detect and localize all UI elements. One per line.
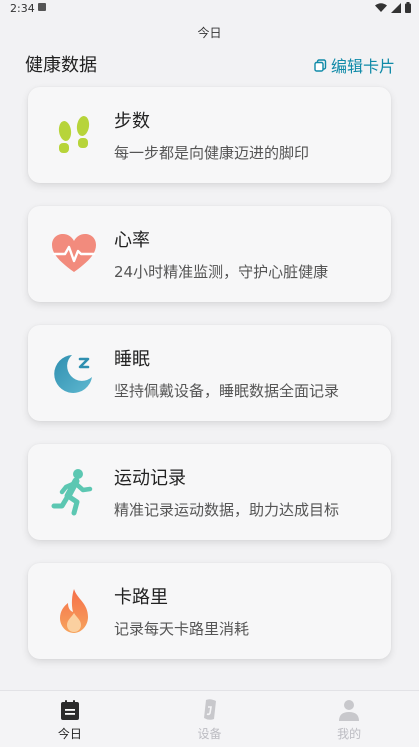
- bottom-nav: 今日 设备 我的: [0, 690, 419, 747]
- card-title: 卡路里: [114, 587, 168, 608]
- nav-label: 今日: [57, 727, 82, 741]
- card-title: 心率: [114, 230, 150, 251]
- notification-icon: [38, 3, 46, 11]
- card-description: 记录每天卡路里消耗: [114, 620, 250, 638]
- moon-sleep-icon: [54, 355, 92, 393]
- heart-rate-icon: [52, 234, 96, 272]
- nav-item-mine[interactable]: 我的: [279, 691, 419, 747]
- card-title: 步数: [114, 111, 150, 132]
- card-description: 精准记录运动数据，助力达成目标: [114, 501, 340, 519]
- nav-label: 设备: [197, 727, 222, 741]
- nav-item-today[interactable]: 今日: [0, 691, 140, 747]
- page-title: 今日: [197, 26, 222, 40]
- card-description: 24小时精准监测，守护心脏健康: [114, 263, 329, 281]
- heart-rate-card[interactable]: 心率 24小时精准监测，守护心脏健康: [28, 206, 391, 302]
- wifi-icon: [375, 2, 387, 12]
- card-title: 睡眠: [114, 349, 150, 370]
- card-title: 运动记录: [114, 468, 186, 489]
- running-icon: [51, 469, 93, 516]
- person-icon: [339, 700, 360, 721]
- status-icons: [375, 2, 411, 13]
- battery-icon: [405, 2, 411, 13]
- status-bar: 2:34: [0, 0, 419, 18]
- card-description: 坚持佩戴设备，睡眠数据全面记录: [114, 382, 340, 400]
- nav-item-device[interactable]: 设备: [140, 691, 280, 747]
- flame-icon: [60, 589, 88, 633]
- status-time: 2:34: [10, 2, 35, 15]
- steps-card[interactable]: 步数 每一步都是向健康迈进的脚印: [28, 87, 391, 183]
- section-title: 健康数据: [25, 55, 97, 76]
- copy-icon: [314, 58, 327, 72]
- sleep-card[interactable]: 睡眠 坚持佩戴设备，睡眠数据全面记录: [28, 325, 391, 421]
- watch-icon: [203, 699, 216, 720]
- nav-label: 我的: [337, 727, 362, 741]
- exercise-card[interactable]: 运动记录 精准记录运动数据，助力达成目标: [28, 444, 391, 540]
- signal-icon: [391, 2, 401, 13]
- calories-card[interactable]: 卡路里 记录每天卡路里消耗: [28, 563, 391, 659]
- edit-cards-button[interactable]: 编辑卡片: [314, 53, 395, 77]
- edit-cards-label: 编辑卡片: [330, 57, 395, 76]
- clipboard-icon: [60, 700, 79, 720]
- card-description: 每一步都是向健康迈进的脚印: [114, 144, 310, 162]
- footprints-icon: [58, 116, 90, 153]
